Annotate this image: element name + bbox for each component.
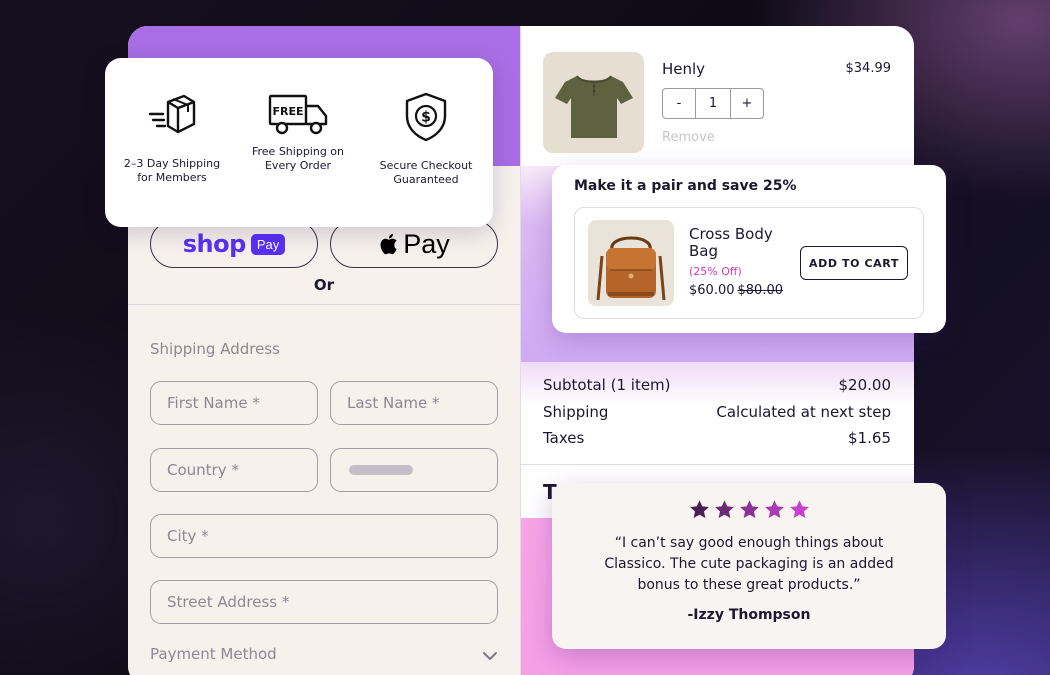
quantity-value[interactable]: 1 [695, 89, 731, 118]
upsell-sale-price: $60.00 [689, 283, 735, 298]
country-placeholder: Country * [167, 461, 239, 479]
remove-item-link[interactable]: Remove [662, 130, 715, 145]
shop-pay-button[interactable]: shop Pay [150, 220, 318, 268]
cross-body-bag-image [588, 220, 674, 306]
subtotal-value: $20.00 [838, 376, 892, 394]
taxes-row: Taxes $1.65 [543, 429, 891, 447]
or-separator: Or [313, 276, 335, 294]
state-placeholder-bar [349, 465, 413, 475]
feature-free-shipping: FREE Free Shipping on Every Order [235, 92, 361, 173]
henly-product-image [543, 52, 644, 153]
shipping-value: Calculated at next step [716, 403, 891, 421]
fast-shipping-box-icon [148, 94, 196, 134]
upsell-discount-label: (25% Off) [689, 265, 742, 278]
feature-label-line: for Members [137, 171, 207, 184]
tshirt-image [555, 75, 633, 138]
cart-item-price: $34.99 [845, 61, 892, 76]
star-icon [689, 500, 709, 518]
free-shipping-truck-icon: FREE [268, 94, 328, 135]
taxes-label: Taxes [543, 429, 585, 447]
taxes-value: $1.65 [848, 429, 891, 447]
apple-pay-label: Pay [403, 228, 450, 259]
feature-label-line: Every Order [264, 159, 332, 172]
svg-text:$: $ [421, 110, 431, 126]
chevron-down-icon[interactable] [482, 648, 498, 664]
upsell-original-price: $80.00 [737, 283, 784, 298]
quantity-stepper: - 1 + [662, 88, 764, 119]
city-input[interactable]: City * [150, 514, 498, 558]
feature-label-line: Secure Checkout [379, 159, 473, 172]
review-author: -Izzy Thompson [687, 607, 811, 623]
summary-divider [521, 464, 914, 465]
upsell-price: $60.00 $80.00 [689, 283, 783, 298]
apple-logo-icon [380, 233, 397, 255]
star-icon [764, 500, 784, 518]
star-icon [714, 500, 734, 518]
shop-pay-logo: shop [182, 230, 247, 258]
country-input[interactable]: Country * [150, 448, 318, 492]
increase-quantity-button[interactable]: + [731, 89, 763, 118]
payment-method-label[interactable]: Payment Method [150, 645, 277, 663]
form-divider [128, 304, 520, 305]
add-to-cart-button[interactable]: ADD TO CART [800, 246, 908, 280]
star-icon [739, 500, 759, 518]
free-icon-text: FREE [272, 105, 303, 118]
feature-label-line: Free Shipping on [251, 145, 345, 158]
feature-label-line: Guaranteed [393, 173, 459, 186]
street-address-input[interactable]: Street Address * [150, 580, 498, 624]
upsell-title: Make it a pair and save 25% [574, 178, 797, 194]
apple-pay-button[interactable]: Pay [330, 220, 498, 268]
review-quote: “I can’t say good enough things about Cl… [604, 535, 894, 593]
review-card: “I can’t say good enough things about Cl… [552, 483, 946, 649]
upsell-product: Cross Body Bag (25% Off) $60.00 $80.00 AD… [574, 207, 924, 319]
cart-item-name: Henly [662, 60, 706, 78]
bag-image [596, 236, 666, 301]
last-name-input[interactable]: Last Name * [330, 381, 498, 425]
upsell-product-name: Cross Body Bag [689, 225, 773, 260]
subtotal-row: Subtotal (1 item) $20.00 [543, 376, 891, 394]
shipping-address-label: Shipping Address [150, 340, 280, 358]
first-name-placeholder: First Name * [167, 394, 260, 412]
subtotal-label: Subtotal (1 item) [543, 376, 671, 394]
features-card: 2–3 Day Shipping for Members FREE Free Sh… [105, 58, 493, 227]
state-input[interactable] [330, 448, 498, 492]
feature-fast-shipping: 2–3 Day Shipping for Members [109, 92, 235, 185]
rating-stars [552, 499, 946, 520]
feature-secure-checkout: $ Secure Checkout Guaranteed [363, 92, 489, 187]
shop-pay-pill: Pay [250, 233, 286, 255]
star-icon [789, 500, 809, 518]
first-name-input[interactable]: First Name * [150, 381, 318, 425]
shipping-label: Shipping [543, 403, 609, 421]
upsell-card: Make it a pair and save 25% Cross Body B… [552, 165, 946, 333]
secure-shield-icon: $ [405, 92, 447, 142]
shipping-row: Shipping Calculated at next step [543, 403, 891, 421]
city-placeholder: City * [167, 527, 209, 545]
feature-label-line: 2–3 Day Shipping [123, 157, 221, 170]
street-placeholder: Street Address * [167, 593, 290, 611]
decrease-quantity-button[interactable]: - [663, 89, 695, 118]
last-name-placeholder: Last Name * [347, 394, 440, 412]
